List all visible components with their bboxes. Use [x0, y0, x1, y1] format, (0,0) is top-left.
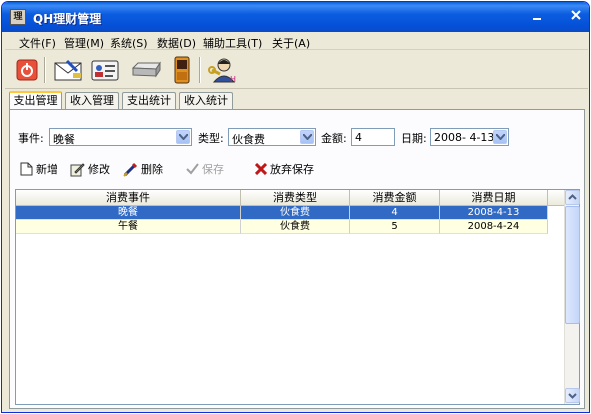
cell-date: 2008-4-13 [440, 206, 548, 220]
edit-icon [70, 162, 85, 176]
expense-panel: 事件: 晚餐 类型: 伙食费 金额: 4 日期: 2008- 4-13 新增 修… [9, 109, 585, 409]
cell-type: 伙食费 [241, 206, 350, 220]
close-button[interactable] [566, 8, 586, 28]
scroll-up-button[interactable] [565, 190, 580, 205]
edit-button[interactable]: 修改 [70, 161, 110, 177]
column-header-type[interactable]: 消费类型 [241, 190, 350, 206]
send-letter-icon [54, 59, 82, 81]
date-value: 2008- 4-13 [434, 131, 495, 144]
edit-label: 修改 [88, 163, 110, 176]
cell-amount: 4 [350, 206, 440, 220]
chevron-up-icon [568, 194, 577, 200]
drive-icon [131, 61, 161, 78]
vertical-scrollbar[interactable] [564, 190, 580, 404]
minimize-icon [533, 18, 541, 20]
new-document-icon [20, 162, 33, 176]
chevron-down-icon [303, 134, 312, 140]
scroll-down-button[interactable] [565, 388, 580, 403]
minimize-button[interactable] [527, 8, 547, 28]
tab-income-manage[interactable]: 收入管理 [65, 92, 119, 110]
toolbar-separator [199, 57, 201, 83]
event-dropdown-button[interactable] [176, 130, 190, 144]
id-card-icon [91, 60, 119, 81]
cell-event: 晚餐 [16, 206, 241, 220]
cell-date: 2008-4-24 [440, 220, 548, 234]
table-row[interactable]: 午餐 伙食费 5 2008-4-24 [16, 220, 548, 234]
column-header-amount[interactable]: 消费金额 [350, 190, 440, 206]
send-letter-button[interactable] [52, 56, 86, 84]
discard-button[interactable]: 放弃保存 [255, 161, 314, 177]
toolbar: H [5, 51, 588, 89]
event-value: 晚餐 [53, 133, 75, 146]
delete-icon [123, 162, 138, 177]
discard-label: 放弃保存 [270, 163, 314, 176]
app-icon: 理 [10, 9, 26, 25]
date-label: 日期: [401, 132, 427, 145]
event-label: 事件: [18, 132, 44, 145]
save-button[interactable]: 保存 [186, 161, 224, 177]
window-title: QH理财管理 [33, 12, 102, 26]
cell-event: 午餐 [16, 220, 241, 234]
id-card-button[interactable] [89, 56, 121, 84]
power-button[interactable] [15, 56, 39, 84]
event-combo[interactable]: 晚餐 [49, 128, 192, 146]
chevron-down-icon [496, 134, 505, 140]
cell-amount: 5 [350, 220, 440, 234]
toolbar-separator [44, 57, 46, 83]
user-key-icon: H [208, 58, 236, 84]
menu-bar: 文件(F) 管理(M) 系统(S) 数据(D) 辅助工具(T) 关于(A) [5, 32, 588, 50]
menu-tools[interactable]: 辅助工具(T) [203, 35, 262, 51]
user-key-button[interactable]: H [207, 56, 239, 84]
menu-system[interactable]: 系统(S) [110, 35, 148, 51]
amount-input[interactable]: 4 [351, 128, 395, 146]
type-value: 伙食费 [232, 133, 265, 146]
date-picker[interactable]: 2008- 4-13 [430, 128, 509, 146]
svg-text:H: H [230, 75, 236, 84]
new-label: 新增 [36, 163, 58, 176]
delete-label: 删除 [141, 163, 163, 176]
tab-income-stats[interactable]: 收入统计 [179, 92, 233, 110]
delete-button[interactable]: 删除 [123, 161, 163, 177]
close-icon [571, 10, 581, 20]
menu-manage[interactable]: 管理(M) [64, 35, 104, 51]
action-bar: 新增 修改 删除 保存 放弃保存 [10, 158, 584, 180]
drive-button[interactable] [129, 56, 163, 84]
cell-type: 伙食费 [241, 220, 350, 234]
scroll-thumb[interactable] [565, 206, 580, 324]
type-label: 类型: [198, 132, 224, 145]
tab-expense-stats[interactable]: 支出统计 [122, 92, 176, 110]
checkmark-icon [186, 163, 199, 175]
power-icon [16, 59, 38, 81]
amount-value: 4 [355, 131, 362, 144]
type-combo[interactable]: 伙食费 [228, 128, 316, 146]
expense-table[interactable]: 消费事件 消费类型 消费金额 消费日期 晚餐 伙食费 4 2008-4-13 午… [15, 189, 580, 405]
menu-file[interactable]: 文件(F) [19, 35, 56, 51]
date-dropdown-button[interactable] [493, 130, 507, 144]
phone-button[interactable] [171, 56, 193, 84]
column-header-event[interactable]: 消费事件 [16, 190, 241, 206]
phone-icon [174, 56, 190, 84]
type-dropdown-button[interactable] [300, 130, 314, 144]
column-header-date[interactable]: 消费日期 [440, 190, 548, 206]
chevron-down-icon [568, 393, 577, 399]
title-bar[interactable]: 理 QH理财管理 [2, 2, 589, 32]
table-row[interactable]: 晚餐 伙食费 4 2008-4-13 [16, 206, 548, 220]
close-icon [255, 163, 267, 175]
menu-data[interactable]: 数据(D) [157, 35, 196, 51]
menu-about[interactable]: 关于(A) [272, 35, 310, 51]
new-button[interactable]: 新增 [20, 161, 58, 177]
save-label: 保存 [202, 163, 224, 176]
chevron-down-icon [179, 134, 188, 140]
table-header: 消费事件 消费类型 消费金额 消费日期 [16, 190, 564, 206]
app-window: 理 QH理财管理 文件(F) 管理(M) 系统(S) 数据(D) 辅助工具(T)… [1, 1, 590, 413]
tab-expense-manage[interactable]: 支出管理 [9, 91, 62, 110]
amount-label: 金额: [321, 132, 347, 145]
